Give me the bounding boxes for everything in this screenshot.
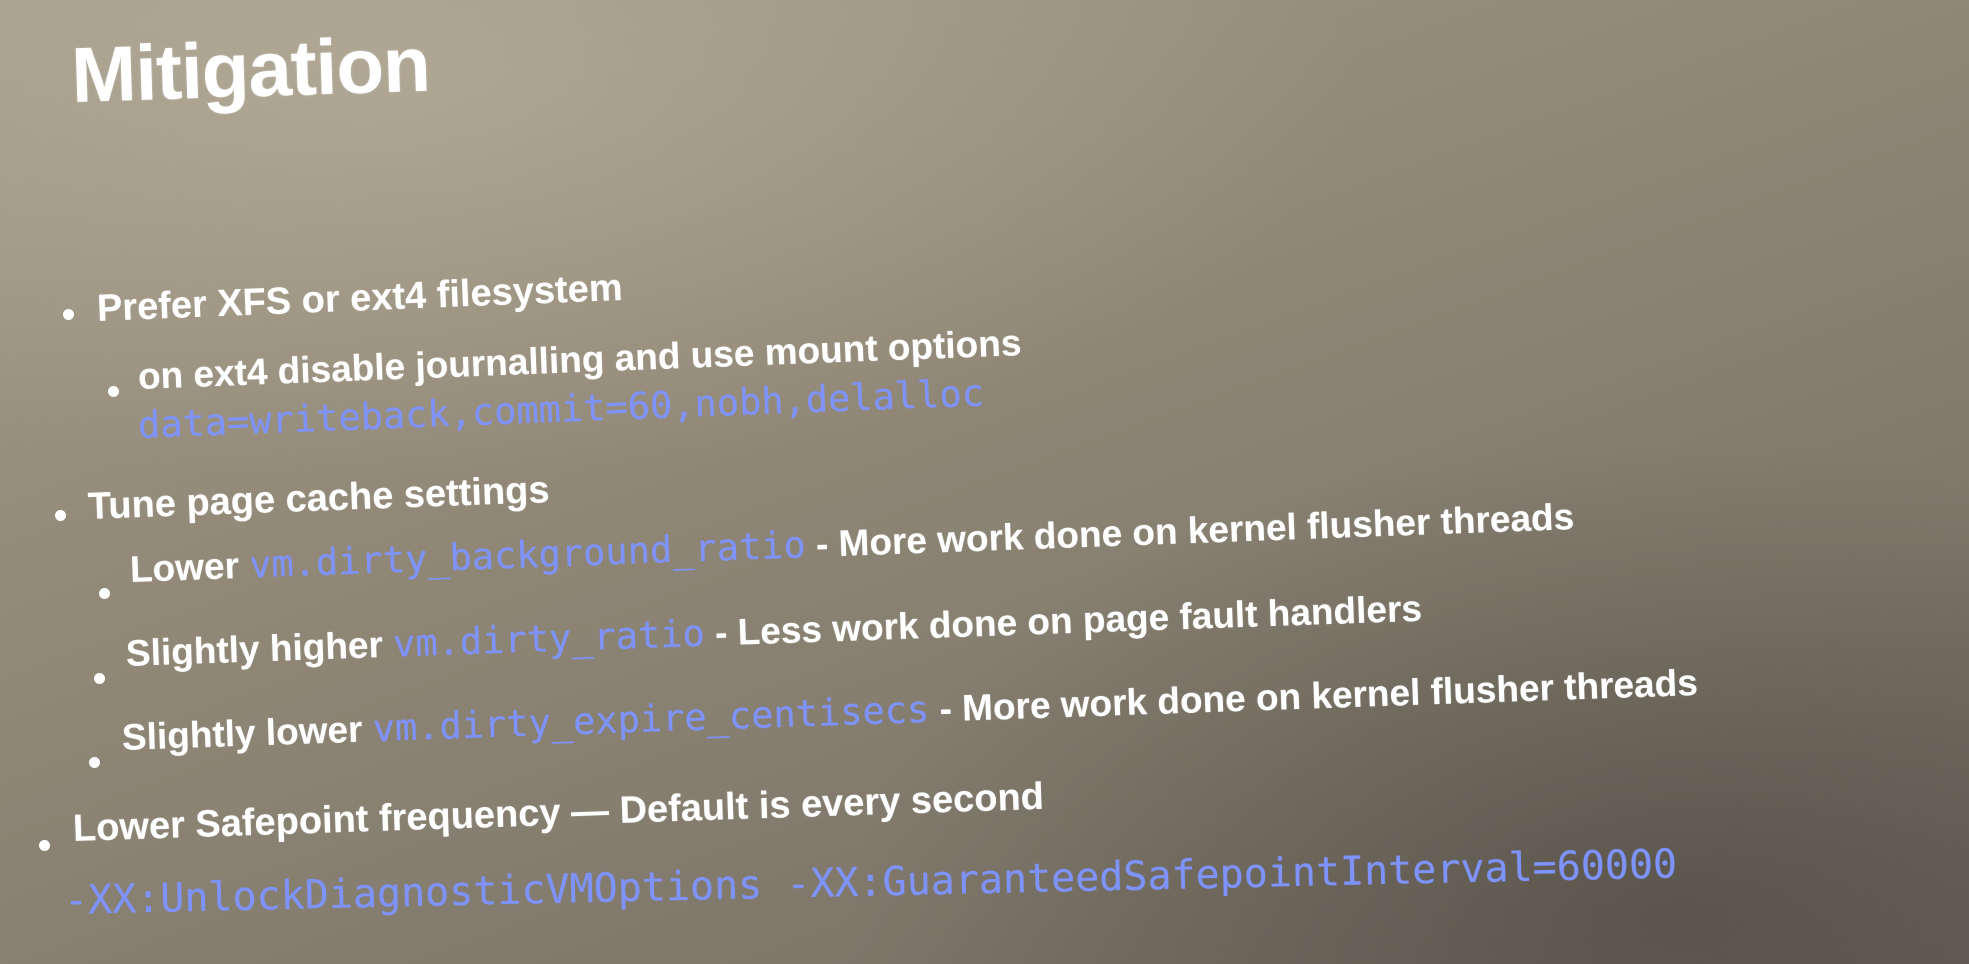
bullet-text: Lower Safepoint frequency — Default is e… [72, 775, 1045, 850]
sub-item-dirty-ratio: Slightly higher vm.dirty_ratio - Less wo… [125, 587, 1422, 675]
bullet-icon [55, 510, 66, 521]
code-text: vm.dirty_background_ratio [248, 523, 807, 587]
bullet-item-safepoint: Lower Safepoint frequency — Default is e… [72, 776, 1044, 851]
bullet-item-page-cache: Tune page cache settings [87, 469, 550, 529]
bullet-icon [94, 673, 105, 684]
bullet-icon [39, 840, 50, 851]
sub-item-dirty-expire: Slightly lower vm.dirty_expire_centisecs… [121, 661, 1698, 759]
bullet-text: Slightly higher [125, 623, 394, 674]
code-text: vm.dirty_expire_centisecs [371, 687, 930, 751]
slide-title: Mitigation [70, 19, 431, 119]
bullet-text: Tune page cache settings [87, 469, 551, 528]
bullet-text: Prefer XFS or ext4 filesystem [96, 266, 624, 330]
bullet-icon [99, 588, 110, 599]
bullet-icon [108, 386, 119, 397]
bullet-text: Slightly lower [121, 708, 374, 758]
bullet-icon [89, 757, 100, 768]
bullet-icon [63, 309, 74, 320]
bullet-text: - More work done on kernel flusher threa… [804, 496, 1575, 566]
bullet-text: Lower [129, 544, 250, 590]
code-text: -XX:UnlockDiagnosticVMOptions -XX:Guaran… [63, 841, 1678, 924]
bullet-text: - Less work done on page fault handlers [704, 587, 1423, 654]
jvm-options-code: -XX:UnlockDiagnosticVMOptions -XX:Guaran… [63, 841, 1677, 924]
code-text: vm.dirty_ratio [392, 611, 706, 666]
bullet-item-filesystem: Prefer XFS or ext4 filesystem [96, 267, 623, 331]
bullet-text: - More work done on kernel flusher threa… [928, 661, 1699, 730]
presentation-slide: Mitigation Prefer XFS or ext4 filesystem… [0, 0, 1969, 964]
